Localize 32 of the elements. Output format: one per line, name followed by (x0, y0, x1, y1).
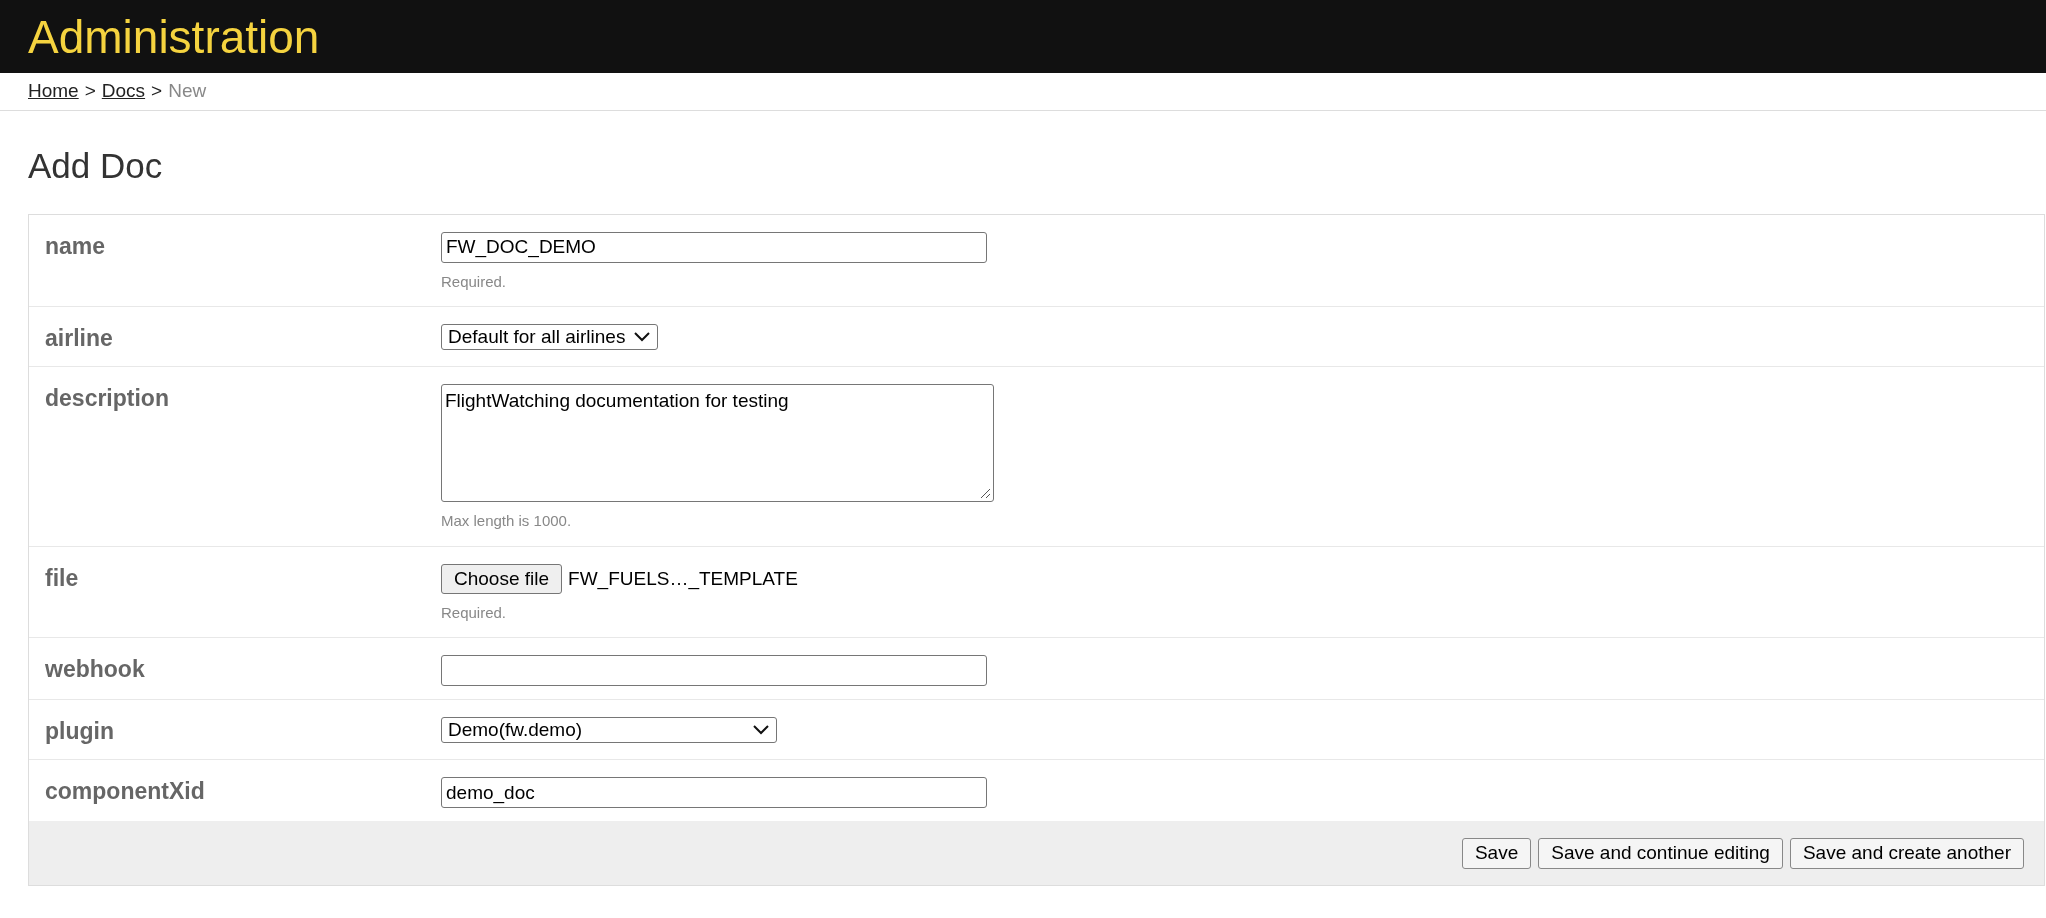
select-dropdown[interactable]: Demo(fw.demo) (441, 717, 777, 744)
breadcrumb-current: New (168, 79, 207, 104)
field-label: airline (44, 324, 114, 354)
breadcrumb-separator: > (151, 79, 163, 104)
field-label: description (44, 384, 170, 414)
file-name: FW_FUELS…_TEMPLATE (568, 566, 798, 592)
help-text: Max length is 1000. (441, 511, 573, 532)
chevron-down-icon (752, 724, 770, 737)
choose-file-button[interactable]: Choose file (441, 563, 563, 594)
field-label: componentXid (44, 777, 206, 807)
chevron-down-icon (633, 331, 652, 344)
text-input[interactable] (441, 655, 987, 687)
site-title: Administration (28, 13, 320, 60)
page-heading: Add Doc (28, 145, 164, 187)
field-label: name (44, 231, 107, 261)
field-label: file (44, 563, 80, 593)
text-input[interactable]: demo_doc (441, 777, 987, 809)
submit-button[interactable]: Save and continue editing (1538, 837, 1783, 869)
select-dropdown[interactable]: Default for all airlines (441, 324, 659, 351)
breadcrumb-separator: > (84, 79, 96, 104)
submit-button[interactable]: Save (1461, 837, 1532, 869)
field-label: webhook (44, 655, 146, 685)
breadcrumb-link[interactable]: Home (28, 77, 79, 106)
textarea-text: FlightWatching documentation for testing (445, 390, 789, 412)
help-text: Required. (441, 602, 508, 623)
breadcrumb-link[interactable]: Docs (101, 77, 146, 106)
field-label: plugin (44, 717, 115, 747)
submit-button[interactable]: Save and create another (1789, 837, 2024, 869)
resize-handle-icon[interactable] (979, 487, 991, 500)
help-text: Required. (441, 271, 508, 292)
textarea-field[interactable]: FlightWatching documentation for testing (441, 384, 994, 503)
text-input[interactable]: FW_DOC_DEMO (441, 231, 987, 263)
